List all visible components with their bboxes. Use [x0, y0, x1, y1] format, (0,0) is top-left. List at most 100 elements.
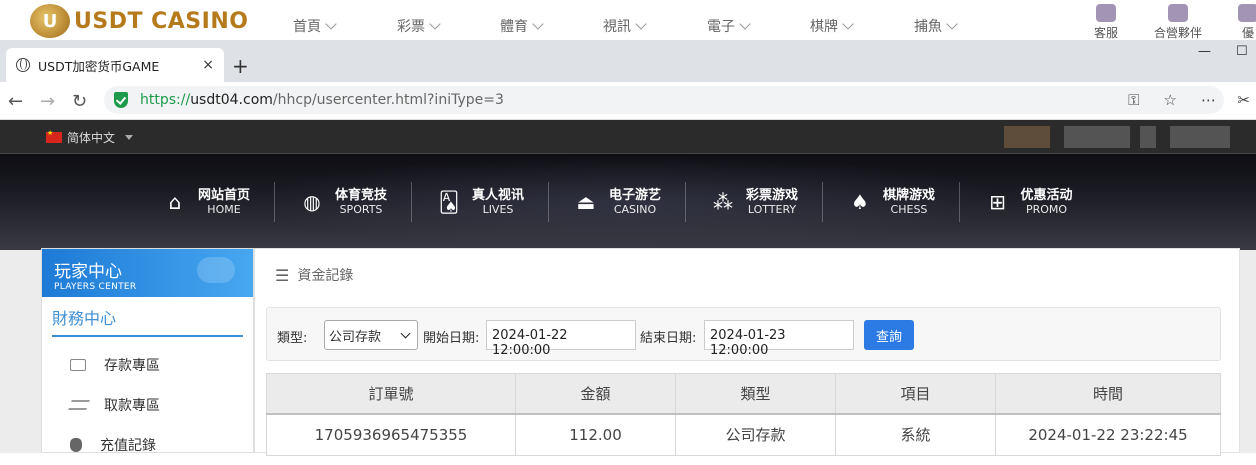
top-nav-home[interactable]: 首頁 [293, 16, 337, 36]
forward-arrow-icon[interactable]: → [40, 91, 55, 112]
start-date-input[interactable]: 2024-01-22 12:00:00 [486, 320, 636, 358]
column-header-order-id: 訂單號 [266, 373, 516, 415]
home-icon: ⌂ [168, 190, 182, 214]
logo-badge: U [30, 4, 70, 38]
chat-icon [1096, 4, 1116, 22]
address-toolbar: ← → ↻ https://usdt04.com/hhcp/usercenter… [0, 82, 1256, 120]
column-header-type: 類型 [675, 373, 836, 415]
nav-label-cn: 网站首页 [197, 187, 250, 203]
fund-records-panel: ☰ 資金記錄 類型: 公司存款 開始日期: 2024-01-22 12:00:0… [254, 248, 1240, 456]
chevron-down-icon [325, 18, 337, 30]
sidebar-item-recharge-history[interactable]: 充值記錄 [42, 425, 253, 465]
player-sidebar: 玩家中心 PLAYERS CENTER 財務中心 存款專區 取款專區 充值記錄 [41, 248, 254, 454]
spade-icon: ♠ [851, 190, 869, 214]
star-icon[interactable]: ☆ [1164, 91, 1177, 109]
more-icon[interactable]: ⋯ [1201, 91, 1216, 109]
nav-label-cn: 真人视讯 [471, 187, 524, 203]
minimize-button[interactable]: — [1198, 44, 1211, 59]
money-bag-icon [70, 438, 82, 452]
search-button[interactable]: 查詢 [864, 320, 914, 350]
sidebar-item-deposit[interactable]: 存款專區 [42, 345, 253, 385]
chevron-down-icon [532, 18, 544, 30]
gamepad-icon [197, 257, 235, 283]
top-nav-label: 電子 [707, 19, 735, 35]
blurred-region [1064, 126, 1130, 148]
customer-service-label: 客服 [1094, 26, 1119, 40]
china-flag-icon [46, 129, 62, 143]
site-logo[interactable]: U USDT CASINO [30, 4, 248, 38]
chevron-down-icon [429, 18, 441, 30]
sidebar-item-withdraw[interactable]: 取款專區 [42, 385, 253, 425]
column-header-time: 時間 [995, 373, 1221, 415]
partner-link[interactable]: 合營夥伴 [1154, 4, 1202, 41]
sidebar-header-subtitle: PLAYERS CENTER [54, 282, 137, 292]
top-nav-sports[interactable]: 體育 [500, 16, 544, 36]
panel-title-text: 資金記錄 [297, 268, 354, 284]
top-nav-chess[interactable]: 棋牌 [810, 16, 854, 36]
end-date-label: 結束日期: [640, 331, 697, 346]
blurred-region [1140, 126, 1156, 148]
top-nav-label: 棋牌 [810, 19, 838, 35]
nav-casino[interactable]: ⏏ 电子游艺 CASINO [549, 182, 686, 222]
filter-bar: 類型: 公司存款 開始日期: 2024-01-22 12:00:00 結束日期:… [266, 307, 1221, 361]
browser-tab-bar: USDT加密货币GAME × [0, 40, 1256, 82]
nav-home[interactable]: ⌂ 网站首页 HOME [138, 182, 275, 222]
sidebar-item-label: 取款專區 [104, 398, 160, 414]
cash-icon [68, 400, 90, 410]
top-nav-lottery[interactable]: 彩票 [397, 16, 441, 36]
reload-icon[interactable]: ↻ [72, 91, 87, 112]
top-nav-label: 捕魚 [914, 19, 942, 35]
promo-icon [1238, 4, 1256, 22]
url-bar[interactable]: https://usdt04.com/hhcp/usercenter.html?… [104, 86, 1224, 114]
records-table: 訂單號 金額 類型 項目 時間 1705936965475355 112.00 … [266, 373, 1221, 456]
tab-title: USDT加密货币GAME [38, 58, 160, 74]
nav-label-en: LIVES [482, 203, 514, 217]
browser-tab[interactable]: USDT加密货币GAME × [6, 48, 224, 82]
cell-item: 系統 [835, 413, 996, 456]
nav-sports[interactable]: ◍ 体育竞技 SPORTS [275, 182, 412, 222]
maximize-button[interactable]: ☐ [1236, 44, 1248, 59]
nav-promo[interactable]: ⊞ 优惠活动 PROMO [960, 182, 1097, 222]
back-arrow-icon[interactable]: ← [8, 91, 23, 112]
nav-lottery[interactable]: ⁂ 彩票游戏 LOTTERY [686, 182, 823, 222]
key-icon[interactable]: ⚿ [1128, 91, 1139, 109]
gift-icon: ⊞ [989, 190, 1006, 214]
nav-label-cn: 棋牌游戏 [882, 187, 935, 203]
secure-shield-icon [114, 92, 128, 108]
url-host: usdt04.com [190, 92, 273, 108]
chevron-down-icon [635, 18, 647, 30]
top-nav-fishing[interactable]: 捕魚 [914, 16, 958, 36]
cards-icon: 🂡 [438, 190, 460, 214]
end-date-input[interactable]: 2024-01-23 12:00:00 [704, 320, 854, 358]
cell-amount: 112.00 [515, 413, 676, 456]
nav-label-cn: 彩票游戏 [745, 187, 798, 203]
top-nav-electronic[interactable]: 電子 [707, 16, 751, 36]
top-nav-live[interactable]: 視訊 [603, 16, 647, 36]
blurred-region [1004, 126, 1050, 148]
main-navigation: ⌂ 网站首页 HOME ◍ 体育竞技 SPORTS 🂡 真人视讯 LIVES ⏏ 电子游艺 CA… [0, 154, 1256, 250]
customer-service-link[interactable]: 客服 [1094, 4, 1118, 41]
url-protocol: https:// [140, 92, 191, 108]
new-tab-button[interactable]: + [232, 54, 249, 78]
nav-label-en: CASINO [613, 203, 657, 217]
nav-chess[interactable]: ♠ 棋牌游戏 CHESS [823, 182, 960, 222]
menu-icon: ☰ [275, 265, 290, 285]
sidebar-item-label: 存款專區 [104, 358, 160, 374]
start-date-label: 開始日期: [423, 331, 480, 346]
cell-time: 2024-01-22 23:22:45 [995, 413, 1221, 456]
promo-link[interactable]: 優 [1238, 4, 1256, 41]
scissors-icon[interactable]: ✂ [1237, 91, 1250, 109]
type-select[interactable]: 公司存款 [324, 320, 418, 350]
close-tab-icon[interactable]: × [202, 57, 214, 73]
nav-label-en: LOTTERY [747, 203, 797, 217]
language-selector[interactable]: 简体中文 [46, 129, 134, 146]
nav-label-en: PROMO [1025, 203, 1068, 217]
nav-lives[interactable]: 🂡 真人视讯 LIVES [412, 182, 549, 222]
sidebar-section-title: 財務中心 [52, 305, 243, 337]
chevron-down-icon [842, 18, 854, 30]
lottery-balls-icon: ⁂ [712, 190, 733, 214]
url-path: /hhcp/usercenter.html?iniType=3 [272, 92, 504, 108]
column-header-amount: 金額 [515, 373, 676, 415]
chevron-down-icon [739, 18, 751, 30]
site-header-behind: U USDT CASINO 首頁 彩票 體育 視訊 電子 棋牌 捕魚 客服 合營… [0, 0, 1256, 40]
